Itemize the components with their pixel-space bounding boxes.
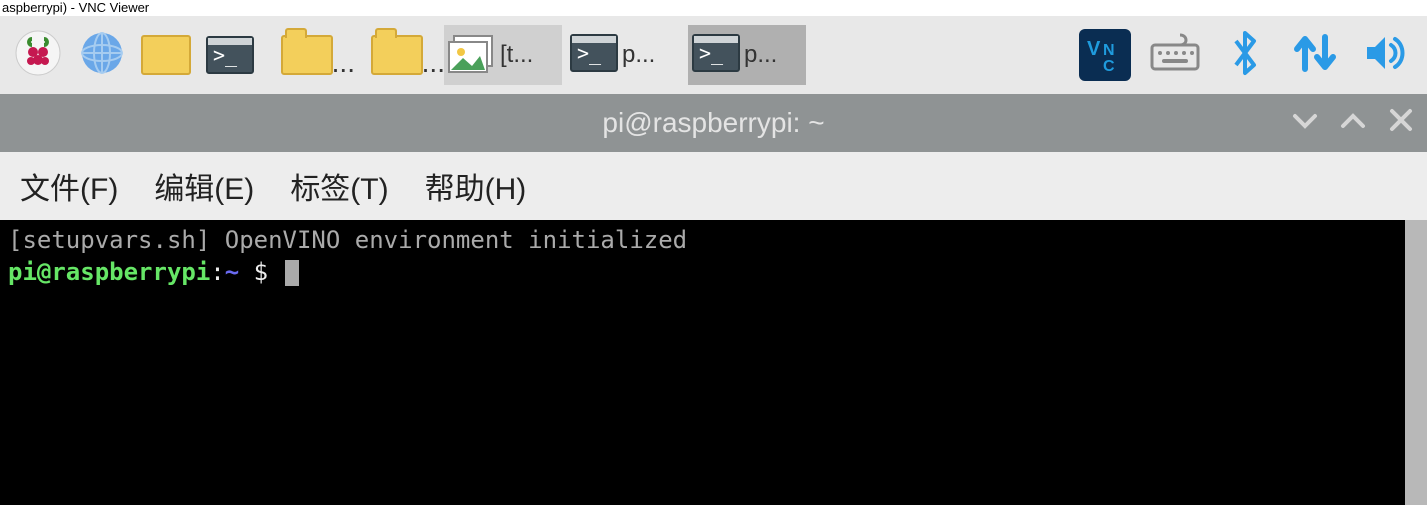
taskbar-app-image-viewer[interactable]: [t...	[444, 25, 562, 85]
bluetooth-icon	[1228, 29, 1262, 82]
chevron-up-icon	[1339, 106, 1367, 134]
terminal-icon: >_	[570, 34, 618, 76]
menu-edit[interactable]: 编辑(E)	[154, 164, 254, 208]
start-menu-button[interactable]	[8, 25, 68, 85]
system-tray: V N C	[1079, 29, 1419, 81]
window-titlebar[interactable]: pi@raspberrypi: ~	[0, 94, 1427, 152]
prompt-symbol: $	[239, 258, 282, 286]
terminal-scrollbar[interactable]	[1405, 220, 1427, 505]
prompt-path: ~	[225, 258, 239, 286]
window-title: pi@raspberrypi: ~	[602, 107, 824, 139]
menu-tabs[interactable]: 标签(T)	[290, 164, 388, 208]
prompt-separator: :	[210, 258, 224, 286]
taskbar: >_ ... ... [t... >_ p...	[0, 16, 1427, 94]
folder-icon: ...	[371, 35, 423, 75]
menubar: 文件(F) 编辑(E) 标签(T) 帮助(H)	[0, 152, 1427, 220]
svg-text:C: C	[1103, 58, 1115, 75]
terminal-prompt-line: pi@raspberrypi:~ $	[8, 256, 1397, 288]
terminal-area: [setupvars.sh] OpenVINO environment init…	[0, 220, 1427, 505]
chevron-down-icon	[1291, 106, 1319, 134]
svg-text:V: V	[1087, 38, 1101, 60]
network-updown-icon	[1291, 29, 1339, 82]
volume-tray-button[interactable]	[1359, 29, 1411, 81]
globe-icon	[78, 29, 126, 82]
taskbar-app-terminal-1[interactable]: >_ p...	[566, 25, 684, 85]
scrollbar-thumb[interactable]	[1405, 220, 1427, 505]
vnc-window-title: aspberrypi) - VNC Viewer	[0, 0, 1427, 16]
taskbar-app-terminal-2[interactable]: >_ p...	[688, 25, 806, 85]
bluetooth-tray-button[interactable]	[1219, 29, 1271, 81]
close-icon	[1387, 106, 1415, 134]
folder-shortcut-1[interactable]: ...	[264, 25, 350, 85]
terminal[interactable]: [setupvars.sh] OpenVINO environment init…	[0, 220, 1405, 505]
file-manager-launcher[interactable]	[136, 25, 196, 85]
close-button[interactable]	[1387, 106, 1415, 141]
folder-shortcut-2[interactable]: ...	[354, 25, 440, 85]
menu-file[interactable]: 文件(F)	[20, 164, 118, 208]
vnc-tray-button[interactable]: V N C	[1079, 29, 1131, 81]
minimize-button[interactable]	[1291, 106, 1319, 141]
menu-help[interactable]: 帮助(H)	[425, 164, 527, 208]
picture-icon	[448, 34, 496, 76]
keyboard-tray-button[interactable]	[1149, 29, 1201, 81]
maximize-button[interactable]	[1339, 106, 1367, 141]
terminal-output-line: [setupvars.sh] OpenVINO environment init…	[8, 224, 1397, 256]
app-label: p...	[622, 41, 655, 69]
folders-icon	[141, 35, 191, 75]
window-controls	[1291, 106, 1415, 141]
svg-text:N: N	[1103, 42, 1115, 59]
web-browser-launcher[interactable]	[72, 25, 132, 85]
network-tray-button[interactable]	[1289, 29, 1341, 81]
keyboard-icon	[1150, 33, 1200, 78]
vnc-icon: V N C	[1083, 31, 1127, 80]
app-label: p...	[744, 41, 777, 69]
folder-icon: ...	[281, 35, 333, 75]
terminal-cursor	[285, 260, 299, 286]
app-label: [t...	[500, 41, 533, 69]
terminal-icon: >_	[206, 36, 254, 74]
terminal-launcher[interactable]: >_	[200, 25, 260, 85]
prompt-userhost: pi@raspberrypi	[8, 258, 210, 286]
terminal-icon: >_	[692, 34, 740, 76]
speaker-icon	[1361, 29, 1409, 82]
raspberry-icon	[14, 29, 62, 82]
